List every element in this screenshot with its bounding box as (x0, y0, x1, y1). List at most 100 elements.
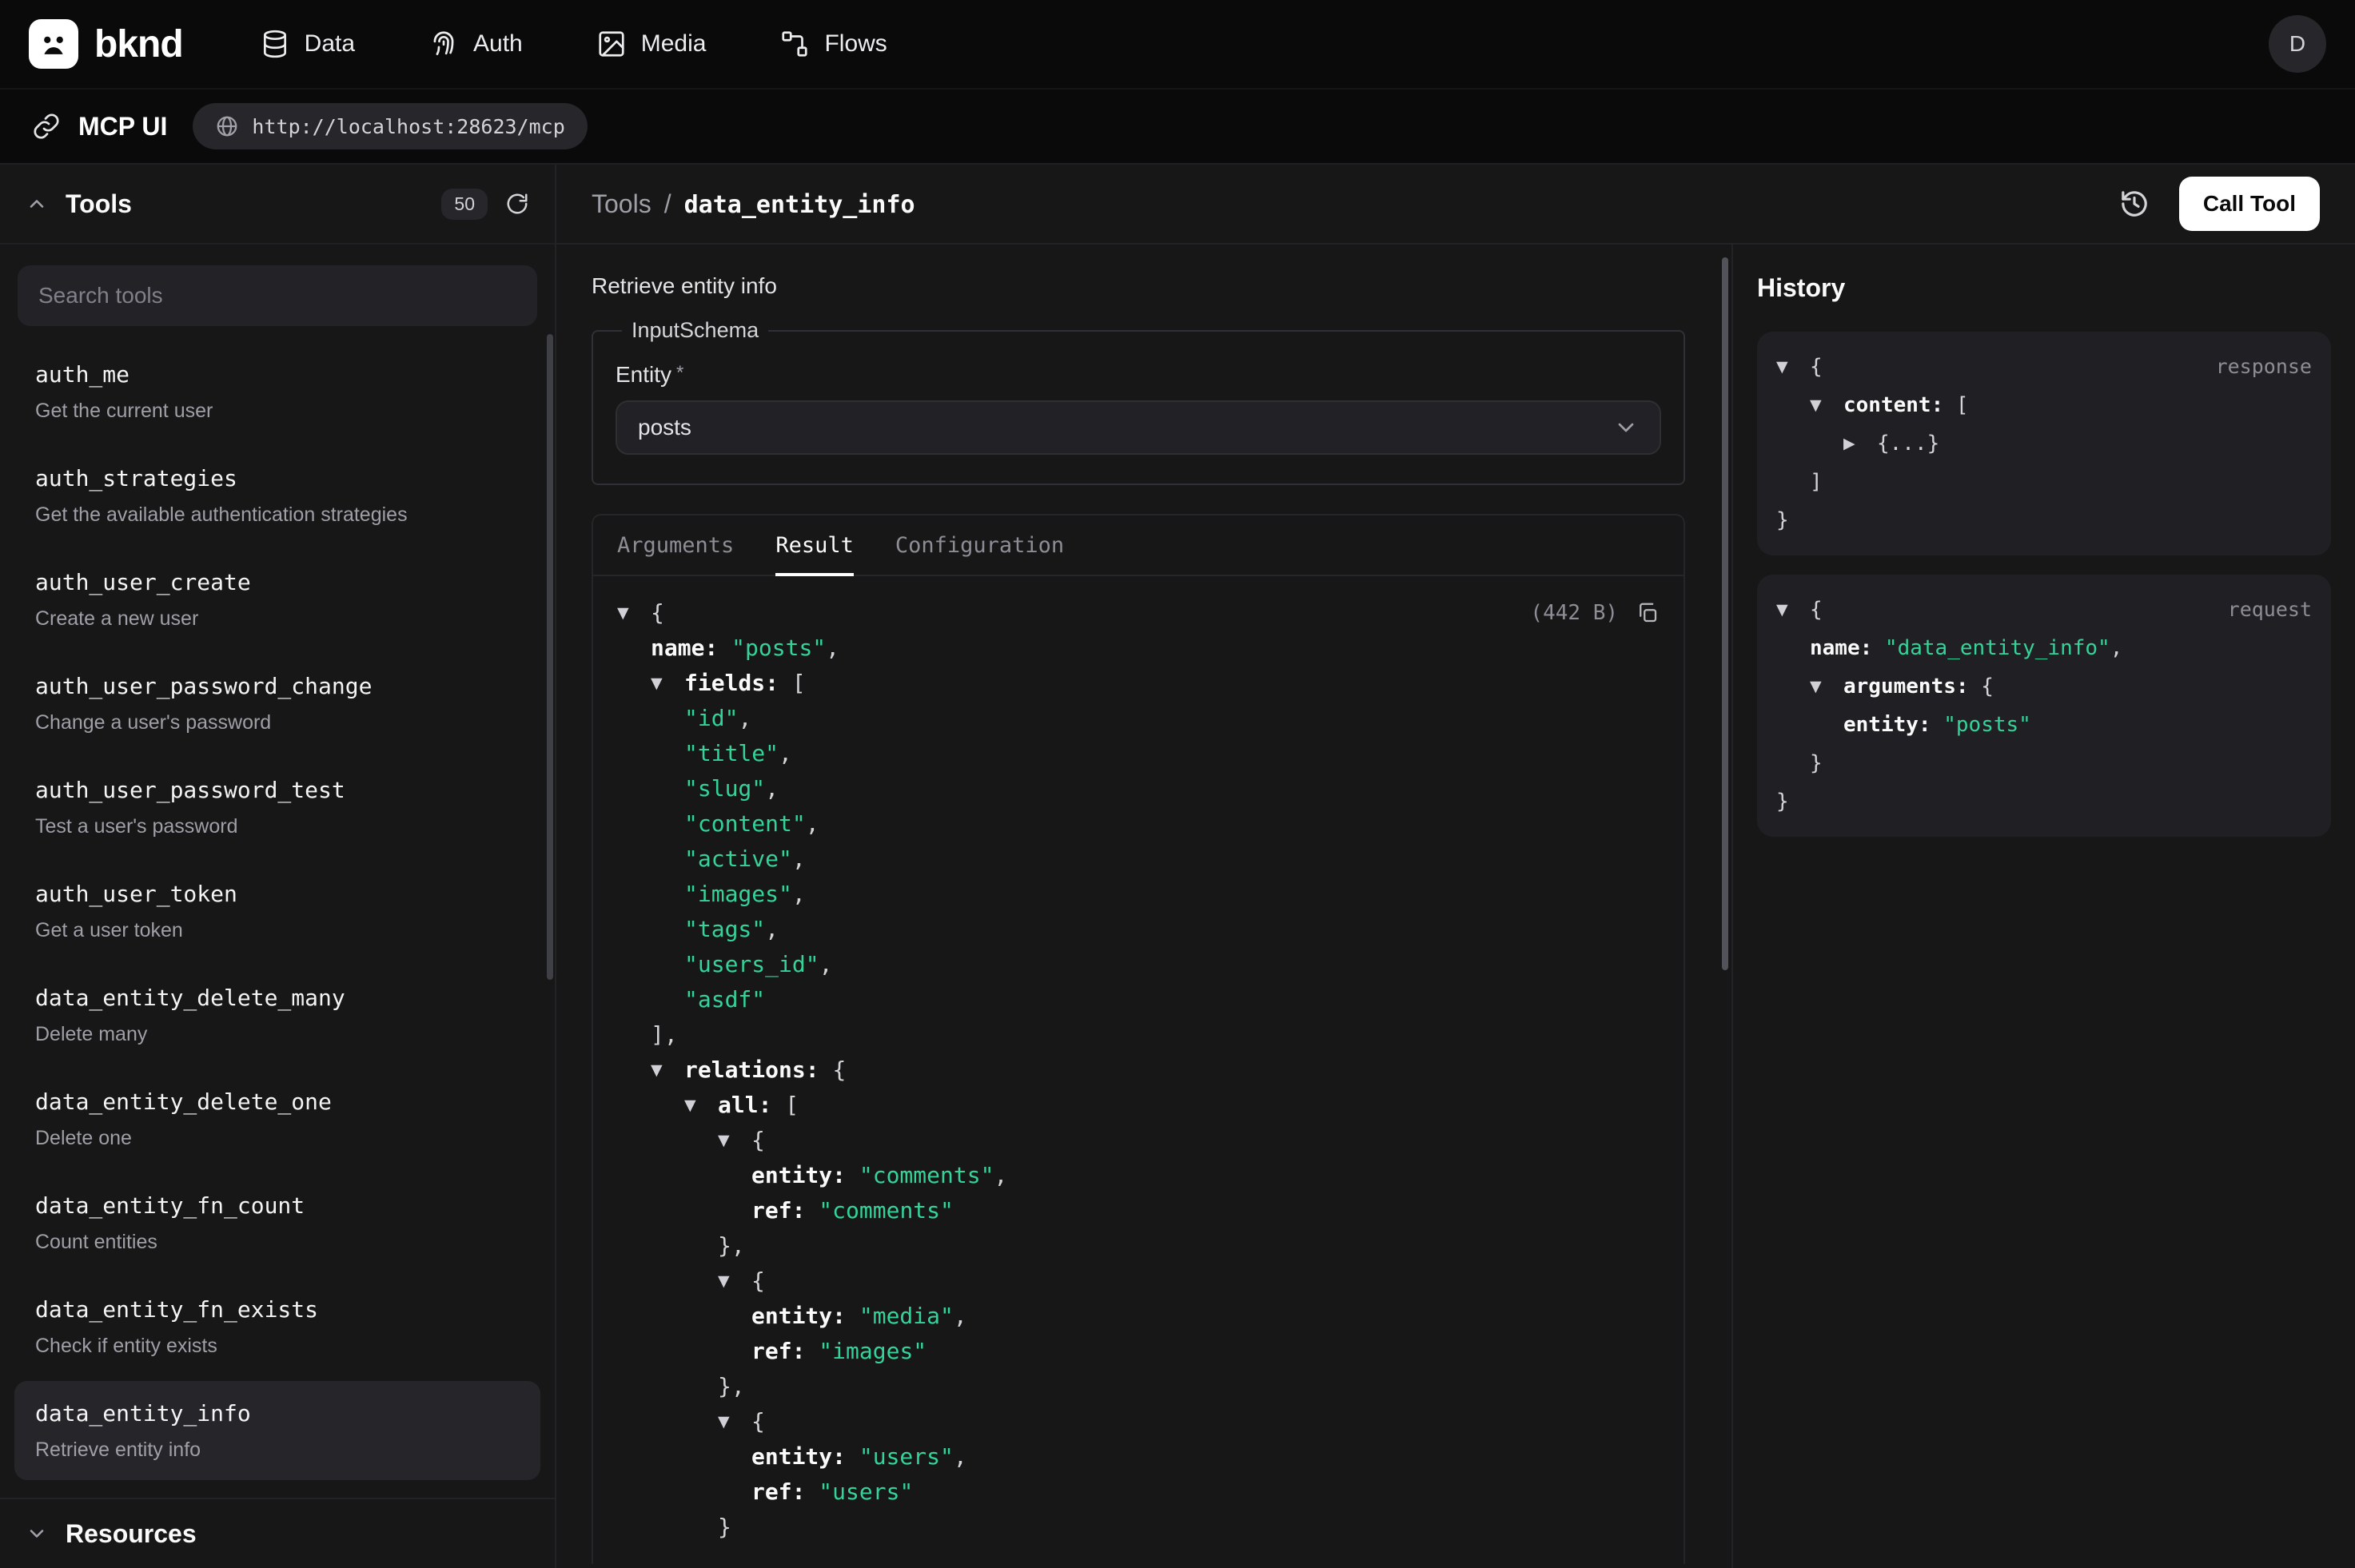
json-line: entity: "users", (617, 1439, 1660, 1474)
tool-name: data_entity_fn_count (35, 1191, 520, 1221)
nav-item-auth[interactable]: Auth (428, 29, 523, 59)
result-json: ▼{(442 B)name: "posts",▼fields: ["id","t… (593, 576, 1684, 1564)
tool-name: data_entity_delete_many (35, 983, 520, 1013)
history-icon[interactable] (2118, 188, 2150, 220)
brand-text: bknd (94, 22, 183, 66)
json-line: "tags", (617, 912, 1660, 947)
tool-list-item[interactable]: data_entity_info Retrieve entity info (14, 1381, 540, 1480)
fingerprint-icon (428, 29, 459, 59)
tree-toggle-expanded-icon[interactable]: ▼ (718, 1264, 751, 1299)
tree-toggle-collapsed-icon[interactable]: ▶ (1843, 424, 1877, 463)
user-avatar[interactable]: D (2269, 15, 2326, 73)
tree-toggle-expanded-icon[interactable]: ▼ (684, 1088, 718, 1123)
app-root: bknd DataAuthMediaFlows D MCP UI http://… (0, 0, 2355, 1568)
tool-description: Check if entity exists (35, 1333, 520, 1359)
search-wrap (0, 245, 555, 339)
main-scrollbar[interactable] (1722, 257, 1728, 970)
entity-select[interactable]: posts (616, 400, 1661, 455)
sidebar-scrollbar[interactable] (547, 334, 553, 980)
chevron-down-icon (1613, 415, 1639, 440)
tool-description: Retrieve entity info (35, 1437, 520, 1463)
refresh-icon[interactable] (505, 192, 529, 216)
json-line: "title", (617, 736, 1660, 771)
globe-icon (215, 114, 239, 138)
database-icon (260, 29, 290, 59)
tree-toggle-expanded-icon[interactable]: ▼ (1810, 667, 1843, 706)
tool-name: auth_user_password_test (35, 775, 520, 806)
tool-name: data_entity_fn_exists (35, 1295, 520, 1325)
json-line: ▼arguments: { (1776, 667, 2312, 706)
json-line: "id", (617, 701, 1660, 736)
json-line: ▼{(442 B) (617, 595, 1660, 631)
tree-toggle-expanded-icon[interactable]: ▼ (1776, 591, 1810, 629)
nav-item-media[interactable]: Media (596, 29, 707, 59)
json-meta-label: response (2216, 348, 2312, 386)
chevron-up-icon[interactable] (26, 193, 48, 215)
tool-description: Get a user token (35, 917, 520, 943)
input-schema-fieldset: InputSchema Entity* posts (592, 318, 1685, 485)
tools-list: auth_meGet the current userauth_strategi… (0, 339, 555, 1498)
bknd-logo-icon (29, 19, 78, 69)
tree-toggle-expanded-icon[interactable]: ▼ (651, 666, 684, 701)
tool-list-item[interactable]: auth_strategiesGet the available authent… (14, 446, 540, 545)
tool-list-item[interactable]: auth_user_token Get a user token (14, 862, 540, 961)
json-line: ref: "comments" (617, 1193, 1660, 1228)
nav-item-data[interactable]: Data (260, 29, 355, 59)
resources-section-header[interactable]: Resources (0, 1498, 555, 1568)
tree-toggle-expanded-icon[interactable]: ▼ (1810, 386, 1843, 424)
json-line: ref: "users" (617, 1474, 1660, 1510)
history-response-card[interactable]: ▼{response▼content: [▶{...}]} (1757, 332, 2331, 555)
json-line: "asdf" (617, 982, 1660, 1017)
tree-toggle-expanded-icon[interactable]: ▼ (651, 1053, 684, 1088)
tree-toggle-expanded-icon[interactable]: ▼ (718, 1404, 751, 1439)
tools-count-badge: 50 (441, 189, 488, 220)
tree-toggle-expanded-icon[interactable]: ▼ (1776, 348, 1810, 386)
tool-name: auth_strategies (35, 464, 520, 494)
tool-list-item[interactable]: auth_user_createCreate a new user (14, 550, 540, 649)
tool-description: Change a user's password (35, 710, 520, 735)
breadcrumb: Tools / data_entity_info (592, 189, 915, 219)
tab-arguments[interactable]: Arguments (617, 515, 734, 575)
tools-section-header[interactable]: Tools 50 (0, 165, 555, 245)
history-cards: ▼{response▼content: [▶{...}]}▼{requestna… (1757, 332, 2331, 837)
brand[interactable]: bknd (29, 19, 183, 69)
json-line: } (1776, 501, 2312, 539)
tree-toggle-expanded-icon[interactable]: ▼ (718, 1123, 751, 1158)
resources-title: Resources (66, 1519, 197, 1549)
call-tool-button[interactable]: Call Tool (2179, 177, 2320, 231)
entity-field-label: Entity* (616, 362, 1661, 388)
nav-item-flows[interactable]: Flows (779, 29, 887, 59)
json-line: ▼{request (1776, 591, 2312, 629)
json-line: ▶{...} (1776, 424, 2312, 463)
mcp-url: http://localhost:28623/mcp (252, 115, 564, 138)
nav-item-label: Flows (824, 30, 887, 58)
tool-list-item[interactable]: data_entity_delete_manyDelete many (14, 965, 540, 1065)
tool-list-item[interactable]: data_entity_delete_oneDelete one (14, 1069, 540, 1168)
tool-name: auth_user_token (35, 879, 520, 909)
tool-list-item[interactable]: auth_meGet the current user (14, 342, 540, 441)
chevron-down-icon[interactable] (26, 1522, 48, 1545)
tool-list-item[interactable]: data_entity_fn_exists Check if entity exi… (14, 1277, 540, 1376)
content: Tools 50 auth_meGet the current userauth… (0, 165, 2355, 1568)
json-line: ▼relations: { (617, 1053, 1660, 1088)
tree-toggle-expanded-icon[interactable]: ▼ (617, 595, 651, 631)
tool-list-item[interactable]: auth_user_password_changeChange a user's… (14, 654, 540, 753)
json-line: entity: "comments", (617, 1158, 1660, 1193)
json-line: ▼fields: [ (617, 666, 1660, 701)
json-line: ref: "images" (617, 1334, 1660, 1369)
tab-configuration[interactable]: Configuration (895, 515, 1064, 575)
tool-list-item[interactable]: data_entity_fn_count Count entities (14, 1173, 540, 1272)
json-line: } (617, 1510, 1660, 1545)
json-line: ▼{ (617, 1264, 1660, 1299)
search-input[interactable] (18, 265, 537, 326)
tab-result[interactable]: Result (775, 515, 854, 575)
sidebar: Tools 50 auth_meGet the current userauth… (0, 165, 556, 1568)
breadcrumb-section[interactable]: Tools (592, 189, 652, 219)
copy-icon[interactable] (1636, 601, 1660, 625)
history-request-card[interactable]: ▼{requestname: "data_entity_info",▼argum… (1757, 575, 2331, 837)
mcp-url-pill[interactable]: http://localhost:28623/mcp (193, 103, 587, 149)
tool-name: data_entity_info (35, 1399, 520, 1429)
tool-description: Count entities (35, 1229, 520, 1255)
tool-name: auth_user_create (35, 567, 520, 598)
tool-list-item[interactable]: auth_user_password_testTest a user's pas… (14, 758, 540, 857)
